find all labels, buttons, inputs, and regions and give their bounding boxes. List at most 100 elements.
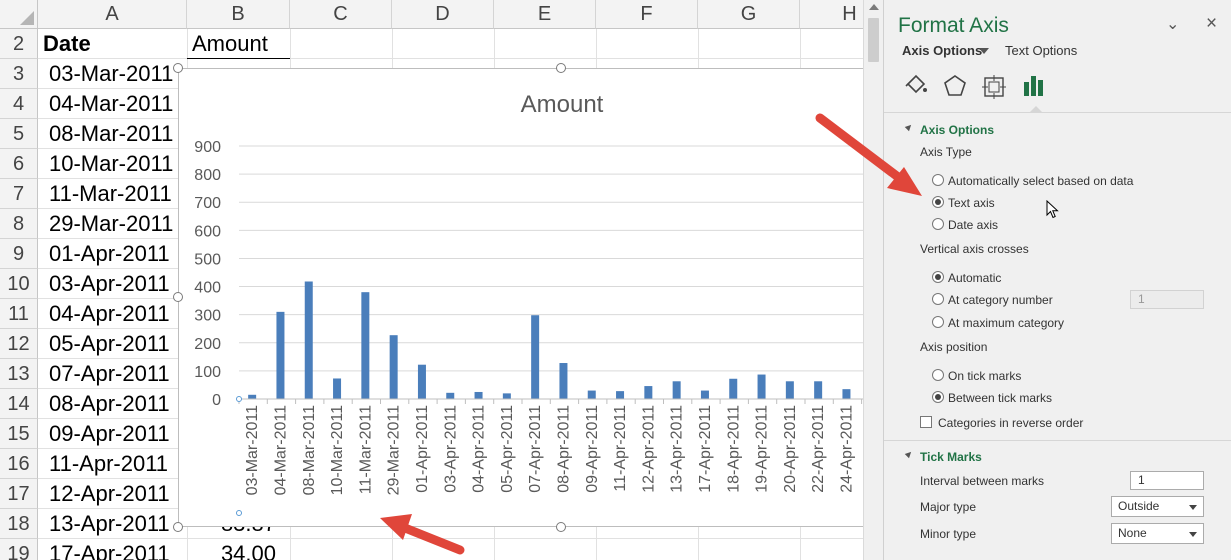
row-header-11[interactable]: 11 [0, 299, 38, 329]
row-header-4[interactable]: 4 [0, 89, 38, 119]
vertical-scrollbar[interactable] [863, 0, 883, 560]
x-tick-label: 17-Apr-2011 [697, 405, 714, 493]
row-header-10[interactable]: 10 [0, 269, 38, 299]
date-cell[interactable]: 29-Mar-2011 [39, 209, 185, 239]
tick-section-collapse-icon[interactable] [904, 449, 914, 459]
minor-type-value: None [1118, 526, 1147, 540]
column-header-b[interactable]: B [187, 0, 290, 29]
date-cell[interactable]: 17-Apr-2011 [39, 539, 185, 560]
row-header-12[interactable]: 12 [0, 329, 38, 359]
date-cell[interactable]: 13-Apr-2011 [39, 509, 185, 539]
header-amount[interactable]: Amount [192, 29, 268, 59]
date-cell[interactable]: 04-Mar-2011 [39, 89, 185, 119]
row-header-8[interactable]: 8 [0, 209, 38, 239]
date-cell[interactable]: 10-Mar-2011 [39, 149, 185, 179]
row-header-19[interactable]: 19 [0, 539, 38, 560]
tab-text-options[interactable]: Text Options [1005, 43, 1077, 58]
crosses-at-category-label[interactable]: At category number [948, 293, 1053, 307]
chart-handle-top-mid[interactable] [556, 63, 566, 73]
cell-b19[interactable]: 34.00 [190, 539, 288, 560]
crosses-at-max-label[interactable]: At maximum category [948, 316, 1064, 330]
axis-type-text-label[interactable]: Text axis [948, 196, 995, 210]
chart-handle-bottom-left[interactable] [173, 522, 183, 532]
bar [446, 392, 455, 399]
column-header-h[interactable]: H [800, 0, 863, 29]
section-axis-options[interactable]: Axis Options [920, 123, 994, 137]
date-cell[interactable]: 01-Apr-2011 [39, 239, 185, 269]
radio-axis-type-text[interactable] [932, 196, 944, 208]
panel-options-chevron-icon[interactable]: ⌄ [1166, 14, 1179, 34]
scroll-thumb[interactable] [868, 18, 879, 62]
bar [389, 335, 398, 399]
radio-axis-type-auto[interactable] [932, 174, 944, 186]
radio-crosses-at-category[interactable] [932, 293, 944, 305]
axis-type-auto-label[interactable]: Automatically select based on data [948, 174, 1133, 188]
section-tick-marks[interactable]: Tick Marks [920, 450, 982, 464]
column-header-g[interactable]: G [698, 0, 800, 29]
close-icon[interactable]: × [1206, 13, 1217, 35]
chart-area[interactable]: Amount 0 100 200 300 400 500 600 700 800 900 03-Mar… [178, 68, 863, 527]
radio-crosses-automatic[interactable] [932, 271, 944, 283]
date-cell[interactable]: 05-Apr-2011 [39, 329, 185, 359]
axis-options-chart-icon[interactable] [1020, 72, 1048, 100]
x-tick-label: 19-Apr-2011 [754, 405, 771, 493]
radio-crosses-at-max[interactable] [932, 316, 944, 328]
date-cell[interactable]: 03-Apr-2011 [39, 269, 185, 299]
tab-dropdown-icon[interactable] [979, 48, 989, 54]
date-cell[interactable]: 11-Apr-2011 [39, 449, 185, 479]
fill-line-icon[interactable] [902, 72, 930, 100]
header-date[interactable]: Date [43, 29, 91, 59]
row-header-18[interactable]: 18 [0, 509, 38, 539]
row-header-16[interactable]: 16 [0, 449, 38, 479]
row-header-5[interactable]: 5 [0, 119, 38, 149]
crosses-category-number-input[interactable]: 1 [1130, 290, 1204, 309]
interval-input[interactable]: 1 [1130, 471, 1204, 490]
spreadsheet-grid[interactable]: ABCDEFGH 2 3 4 5 6 7 8 9 10 11 12 13 14 15 16 17 18 19 Da… [0, 0, 863, 560]
select-all-corner[interactable] [0, 0, 38, 29]
row-header-6[interactable]: 6 [0, 149, 38, 179]
radio-axis-type-date[interactable] [932, 218, 944, 230]
radio-between-tick-marks[interactable] [932, 391, 944, 403]
major-type-dropdown-icon [1189, 505, 1197, 510]
column-header-d[interactable]: D [392, 0, 494, 29]
reverse-order-label[interactable]: Categories in reverse order [938, 416, 1083, 430]
chart-handle-bottom-mid[interactable] [556, 522, 566, 532]
date-cell[interactable]: 04-Apr-2011 [39, 299, 185, 329]
between-tick-marks-label[interactable]: Between tick marks [948, 391, 1052, 405]
date-cell[interactable]: 12-Apr-2011 [39, 479, 185, 509]
date-cell[interactable]: 03-Mar-2011 [39, 59, 185, 89]
date-cell[interactable]: 08-Apr-2011 [39, 389, 185, 419]
row-header-3[interactable]: 3 [0, 59, 38, 89]
row-header-7[interactable]: 7 [0, 179, 38, 209]
row-header-15[interactable]: 15 [0, 419, 38, 449]
column-header-c[interactable]: C [290, 0, 392, 29]
column-header-a[interactable]: A [38, 0, 187, 29]
minor-type-label: Minor type [920, 527, 977, 541]
date-cell[interactable]: 07-Apr-2011 [39, 359, 185, 389]
major-type-select[interactable]: Outside [1111, 496, 1204, 517]
effects-icon[interactable] [941, 72, 969, 100]
date-cell[interactable]: 11-Mar-2011 [39, 179, 185, 209]
chart-handle-mid-left[interactable] [173, 292, 183, 302]
row-header-2[interactable]: 2 [0, 29, 38, 59]
column-header-f[interactable]: F [596, 0, 698, 29]
reverse-order-checkbox[interactable] [920, 416, 932, 428]
tab-axis-options[interactable]: Axis Options [902, 43, 982, 58]
on-tick-marks-label[interactable]: On tick marks [948, 369, 1021, 383]
scroll-up-icon[interactable] [869, 4, 879, 10]
row-header-14[interactable]: 14 [0, 389, 38, 419]
minor-type-select[interactable]: None [1111, 523, 1204, 544]
date-cell[interactable]: 08-Mar-2011 [39, 119, 185, 149]
column-header-e[interactable]: E [494, 0, 596, 29]
row-header-13[interactable]: 13 [0, 359, 38, 389]
date-cell[interactable]: 09-Apr-2011 [39, 419, 185, 449]
size-properties-icon[interactable] [980, 72, 1008, 100]
row-header-9[interactable]: 9 [0, 239, 38, 269]
crosses-automatic-label[interactable]: Automatic [948, 271, 1001, 285]
bar [616, 391, 625, 399]
section-collapse-icon[interactable] [904, 122, 914, 132]
chart-handle-top-left[interactable] [173, 63, 183, 73]
row-header-17[interactable]: 17 [0, 479, 38, 509]
radio-on-tick-marks[interactable] [932, 369, 944, 381]
axis-type-date-label[interactable]: Date axis [948, 218, 998, 232]
